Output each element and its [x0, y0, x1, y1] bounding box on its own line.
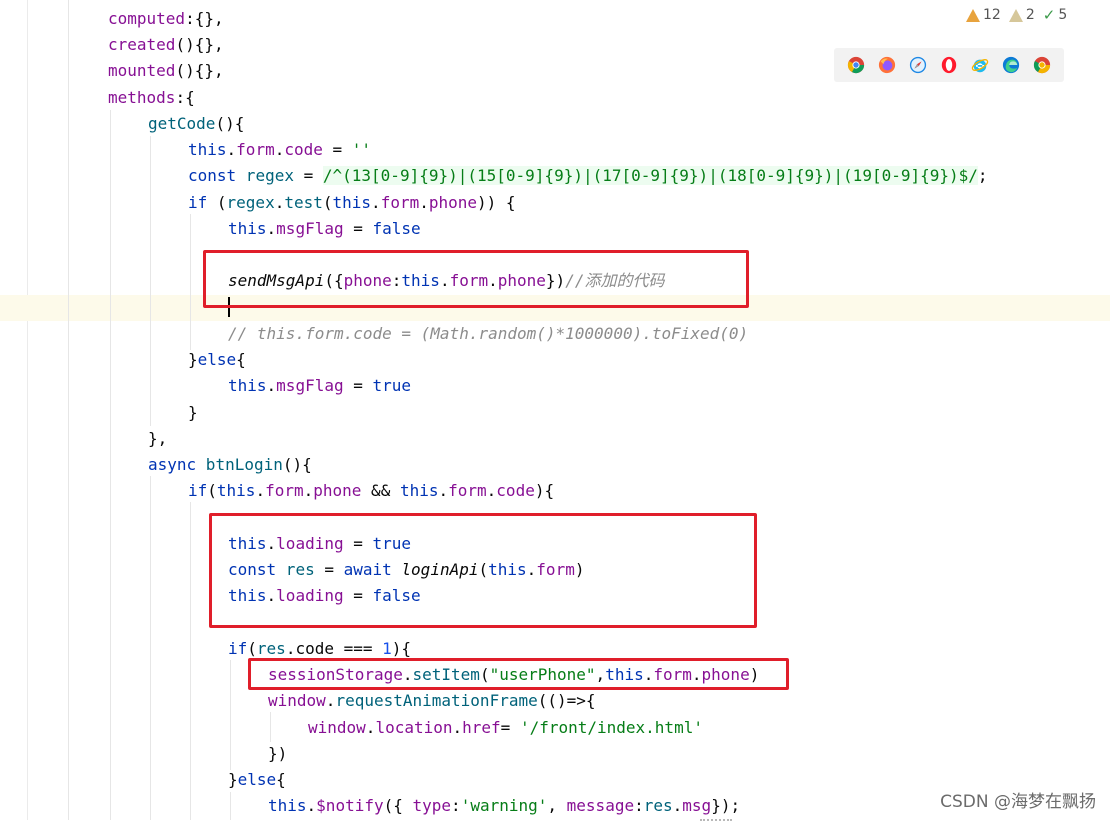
indent-guide [150, 136, 151, 426]
ie-icon[interactable] [971, 56, 989, 74]
highlight-box [209, 513, 757, 628]
warning-icon [966, 8, 980, 22]
firefox-icon[interactable] [878, 56, 896, 74]
warnings-indicator[interactable]: 12 [966, 7, 1001, 23]
code-line[interactable]: if (regex.test(this.form.phone)) { [188, 190, 516, 216]
indent-guide [150, 476, 151, 820]
code-line[interactable]: if(this.form.phone && this.form.code){ [188, 478, 554, 504]
indent-guide [68, 0, 69, 820]
inspection-widget[interactable]: 12 2 ✓ 5 [966, 6, 1067, 24]
edge-icon[interactable] [1002, 56, 1020, 74]
checkmark-icon: ✓ [1042, 6, 1056, 24]
code-line[interactable]: this.$notify({ type:'warning', message:r… [268, 793, 740, 819]
highlight-box [203, 250, 749, 308]
indent-guide [270, 712, 271, 742]
watermark: CSDN @海梦在飘扬 [940, 792, 1096, 812]
code-line[interactable]: created(){}, [108, 32, 224, 58]
typo-indicator[interactable]: ✓ 5 [1043, 6, 1068, 24]
typo-underline [700, 816, 732, 821]
highlight-box [248, 658, 789, 690]
code-line[interactable]: getCode(){ [148, 111, 244, 137]
safari-icon[interactable] [909, 56, 927, 74]
code-editor[interactable]: computed:{}, created(){}, mounted(){}, m… [0, 0, 1110, 821]
gutter-divider [27, 0, 28, 820]
code-line[interactable]: methods:{ [108, 85, 195, 111]
chrome-icon[interactable] [847, 56, 865, 74]
code-line[interactable]: // this.form.code = (Math.random()*10000… [228, 321, 748, 347]
chrome-beta-icon[interactable] [1033, 56, 1051, 74]
code-line[interactable]: this.msgFlag = true [228, 373, 411, 399]
code-line[interactable]: }else{ [228, 767, 286, 793]
indent-guide [230, 660, 231, 770]
code-line[interactable]: this.msgFlag = false [228, 216, 421, 242]
opera-icon[interactable] [940, 56, 958, 74]
code-line[interactable]: }) [268, 741, 287, 767]
weak-warning-icon [1008, 8, 1023, 22]
browser-preview-bar [834, 48, 1064, 82]
weak-warnings-indicator[interactable]: 2 [1008, 7, 1035, 23]
indent-guide [190, 502, 191, 820]
code-line[interactable]: this.form.code = '' [188, 137, 371, 163]
code-line[interactable]: }else{ [188, 347, 246, 373]
code-line[interactable]: window.requestAnimationFrame(()=>{ [268, 688, 596, 714]
code-line[interactable]: }, [148, 426, 167, 452]
code-line[interactable]: } [188, 400, 198, 426]
indent-guide [230, 792, 231, 820]
indent-guide [190, 214, 191, 350]
code-line[interactable]: const regex = /^(13[0-9]{9})|(15[0-9]{9}… [188, 163, 988, 189]
indent-guide [110, 110, 111, 820]
code-line[interactable]: mounted(){}, [108, 58, 224, 84]
code-line[interactable]: window.location.href= '/front/index.html… [308, 715, 703, 741]
code-line[interactable]: async btnLogin(){ [148, 452, 312, 478]
code-line[interactable]: computed:{}, [108, 6, 224, 32]
